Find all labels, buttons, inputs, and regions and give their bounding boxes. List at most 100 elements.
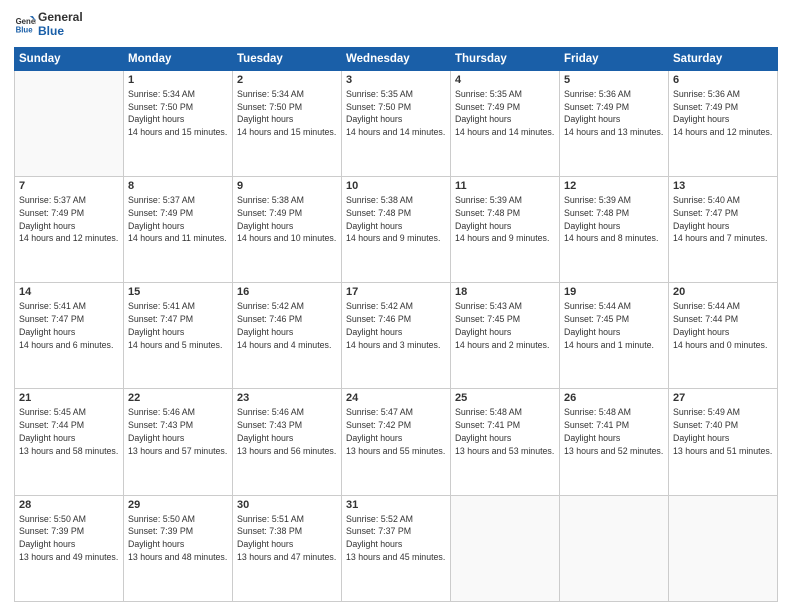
day-cell: 26Sunrise: 5:48 AMSunset: 7:41 PMDayligh… (560, 389, 669, 495)
sunrise-label: Sunrise: 5:35 AM (346, 89, 413, 99)
daylight-value: 14 hours and 13 minutes. (564, 127, 663, 137)
week-row-3: 21Sunrise: 5:45 AMSunset: 7:44 PMDayligh… (15, 389, 778, 495)
day-cell: 3 Sunrise: 5:35 AMSunset: 7:50 PMDaylight… (342, 70, 451, 176)
sunset-label: Sunset: 7:46 PM (237, 314, 302, 324)
sunset-label: Sunset: 7:48 PM (564, 208, 629, 218)
header-cell-wednesday: Wednesday (342, 47, 451, 70)
day-number: 17 (346, 286, 446, 298)
day-cell: 31Sunrise: 5:52 AMSunset: 7:37 PMDayligh… (342, 495, 451, 601)
day-number: 20 (673, 286, 773, 298)
daylight-value: 14 hours and 9 minutes. (455, 233, 549, 243)
day-cell: 17Sunrise: 5:42 AMSunset: 7:46 PMDayligh… (342, 283, 451, 389)
daylight-value: 13 hours and 53 minutes. (455, 446, 554, 456)
sunrise-label: Sunrise: 5:36 AM (673, 89, 740, 99)
sunset-label: Sunset: 7:47 PM (19, 314, 84, 324)
daylight-value: 14 hours and 5 minutes. (128, 340, 222, 350)
sunset-label: Sunset: 7:46 PM (346, 314, 411, 324)
daylight-label: Daylight hours (19, 327, 75, 337)
daylight-label: Daylight hours (346, 327, 402, 337)
daylight-value: 14 hours and 6 minutes. (19, 340, 113, 350)
day-cell (669, 495, 778, 601)
daylight-label: Daylight hours (346, 221, 402, 231)
sunset-label: Sunset: 7:45 PM (455, 314, 520, 324)
day-info: Sunrise: 5:41 AMSunset: 7:47 PMDaylight … (128, 300, 228, 351)
day-number: 27 (673, 392, 773, 404)
day-number: 30 (237, 499, 337, 511)
daylight-value: 14 hours and 15 minutes. (237, 127, 336, 137)
day-cell: 20 Sunrise: 5:44 AMSunset: 7:44 PMDayligh… (669, 283, 778, 389)
day-cell: 14Sunrise: 5:41 AMSunset: 7:47 PMDayligh… (15, 283, 124, 389)
day-info: Sunrise: 5:51 AMSunset: 7:38 PMDaylight … (237, 513, 337, 564)
day-number: 3 (346, 74, 446, 86)
day-number: 7 (19, 180, 119, 192)
day-info: Sunrise: 5:50 AMSunset: 7:39 PMDaylight … (19, 513, 119, 564)
daylight-label: Daylight hours (564, 433, 620, 443)
day-cell: 28Sunrise: 5:50 AMSunset: 7:39 PMDayligh… (15, 495, 124, 601)
daylight-label: Daylight hours (237, 221, 293, 231)
daylight-value: 14 hours and 7 minutes. (673, 233, 767, 243)
sunrise-label: Sunrise: 5:34 AM (237, 89, 304, 99)
sunrise-label: Sunrise: 5:47 AM (346, 407, 413, 417)
header-cell-friday: Friday (560, 47, 669, 70)
day-number: 25 (455, 392, 555, 404)
daylight-value: 13 hours and 48 minutes. (128, 552, 227, 562)
sunset-label: Sunset: 7:50 PM (237, 102, 302, 112)
day-number: 22 (128, 392, 228, 404)
day-number: 2 (237, 74, 337, 86)
daylight-label: Daylight hours (455, 114, 511, 124)
daylight-value: 13 hours and 52 minutes. (564, 446, 663, 456)
daylight-value: 14 hours and 14 minutes. (455, 127, 554, 137)
day-number: 23 (237, 392, 337, 404)
day-cell: 29Sunrise: 5:50 AMSunset: 7:39 PMDayligh… (124, 495, 233, 601)
day-number: 29 (128, 499, 228, 511)
daylight-label: Daylight hours (128, 114, 184, 124)
daylight-value: 14 hours and 10 minutes. (237, 233, 336, 243)
daylight-value: 13 hours and 57 minutes. (128, 446, 227, 456)
week-row-1: 7Sunrise: 5:37 AMSunset: 7:49 PMDaylight… (15, 177, 778, 283)
sunset-label: Sunset: 7:38 PM (237, 526, 302, 536)
sunset-label: Sunset: 7:39 PM (128, 526, 193, 536)
day-info: Sunrise: 5:42 AMSunset: 7:46 PMDaylight … (237, 300, 337, 351)
day-number: 18 (455, 286, 555, 298)
daylight-label: Daylight hours (673, 221, 729, 231)
header-cell-monday: Monday (124, 47, 233, 70)
day-info: Sunrise: 5:35 AMSunset: 7:50 PMDaylight … (346, 88, 446, 139)
daylight-value: 14 hours and 8 minutes. (564, 233, 658, 243)
sunrise-label: Sunrise: 5:34 AM (128, 89, 195, 99)
sunrise-label: Sunrise: 5:39 AM (455, 195, 522, 205)
sunset-label: Sunset: 7:49 PM (564, 102, 629, 112)
day-cell (15, 70, 124, 176)
sunset-label: Sunset: 7:43 PM (128, 420, 193, 430)
daylight-label: Daylight hours (128, 327, 184, 337)
sunrise-label: Sunrise: 5:52 AM (346, 514, 413, 524)
daylight-value: 14 hours and 14 minutes. (346, 127, 445, 137)
day-cell: 16Sunrise: 5:42 AMSunset: 7:46 PMDayligh… (233, 283, 342, 389)
day-cell (560, 495, 669, 601)
daylight-value: 13 hours and 51 minutes. (673, 446, 772, 456)
day-cell: 27Sunrise: 5:49 AMSunset: 7:40 PMDayligh… (669, 389, 778, 495)
daylight-label: Daylight hours (237, 114, 293, 124)
day-cell: 11Sunrise: 5:39 AMSunset: 7:48 PMDayligh… (451, 177, 560, 283)
daylight-label: Daylight hours (455, 221, 511, 231)
day-info: Sunrise: 5:48 AMSunset: 7:41 PMDaylight … (564, 406, 664, 457)
daylight-value: 14 hours and 15 minutes. (128, 127, 227, 137)
day-info: Sunrise: 5:40 AMSunset: 7:47 PMDaylight … (673, 194, 773, 245)
day-number: 9 (237, 180, 337, 192)
sunset-label: Sunset: 7:39 PM (19, 526, 84, 536)
day-cell: 1Sunrise: 5:34 AMSunset: 7:50 PMDaylight… (124, 70, 233, 176)
day-cell: 19Sunrise: 5:44 AMSunset: 7:45 PMDayligh… (560, 283, 669, 389)
daylight-value: 14 hours and 0 minutes. (673, 340, 767, 350)
day-info: Sunrise: 5:44 AMSunset: 7:44 PMDaylight … (673, 300, 773, 351)
sunrise-label: Sunrise: 5:44 AM (673, 301, 740, 311)
day-cell: 13Sunrise: 5:40 AMSunset: 7:47 PMDayligh… (669, 177, 778, 283)
sunrise-label: Sunrise: 5:48 AM (564, 407, 631, 417)
daylight-label: Daylight hours (128, 539, 184, 549)
calendar-table: SundayMondayTuesdayWednesdayThursdayFrid… (14, 47, 778, 602)
daylight-value: 14 hours and 11 minutes. (128, 233, 227, 243)
day-number: 5 (564, 74, 664, 86)
sunset-label: Sunset: 7:45 PM (564, 314, 629, 324)
day-number: 6 (673, 74, 773, 86)
sunset-label: Sunset: 7:48 PM (346, 208, 411, 218)
header-row: SundayMondayTuesdayWednesdayThursdayFrid… (15, 47, 778, 70)
sunrise-label: Sunrise: 5:46 AM (237, 407, 304, 417)
